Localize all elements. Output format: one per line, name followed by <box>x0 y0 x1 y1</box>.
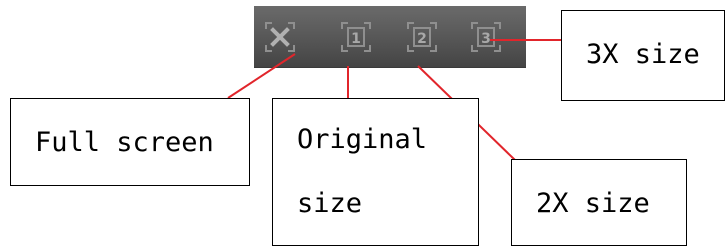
2x-size-button[interactable]: 2 <box>404 19 440 55</box>
3x-size-button[interactable]: 3 <box>468 19 504 55</box>
callout-original-size-line1: Original <box>297 124 428 155</box>
zoom-2x-glyph: 2 <box>417 31 427 47</box>
callout-full-screen: Full screen <box>10 98 250 186</box>
callout-2x-size-label: 2X size <box>536 188 650 219</box>
zoom-2x-icon: 2 <box>407 22 437 52</box>
callout-original-size-line2: size <box>297 188 363 219</box>
full-screen-button[interactable] <box>262 19 298 55</box>
callout-2x-size: 2X size <box>511 159 687 246</box>
zoom-3x-icon: 3 <box>471 22 501 52</box>
fullscreen-icon <box>265 22 295 52</box>
original-size-button[interactable]: 1 <box>338 19 374 55</box>
zoom-1x-icon: 1 <box>341 22 371 52</box>
callout-3x-size-label: 3X size <box>586 39 700 70</box>
callout-original-size: Original size <box>272 98 479 246</box>
callout-full-screen-label: Full screen <box>35 127 214 158</box>
zoom-3x-glyph: 3 <box>481 31 491 47</box>
zoom-1x-glyph: 1 <box>351 31 361 47</box>
callout-3x-size: 3X size <box>561 10 725 101</box>
view-size-toolbar: 1 2 3 <box>254 6 526 68</box>
